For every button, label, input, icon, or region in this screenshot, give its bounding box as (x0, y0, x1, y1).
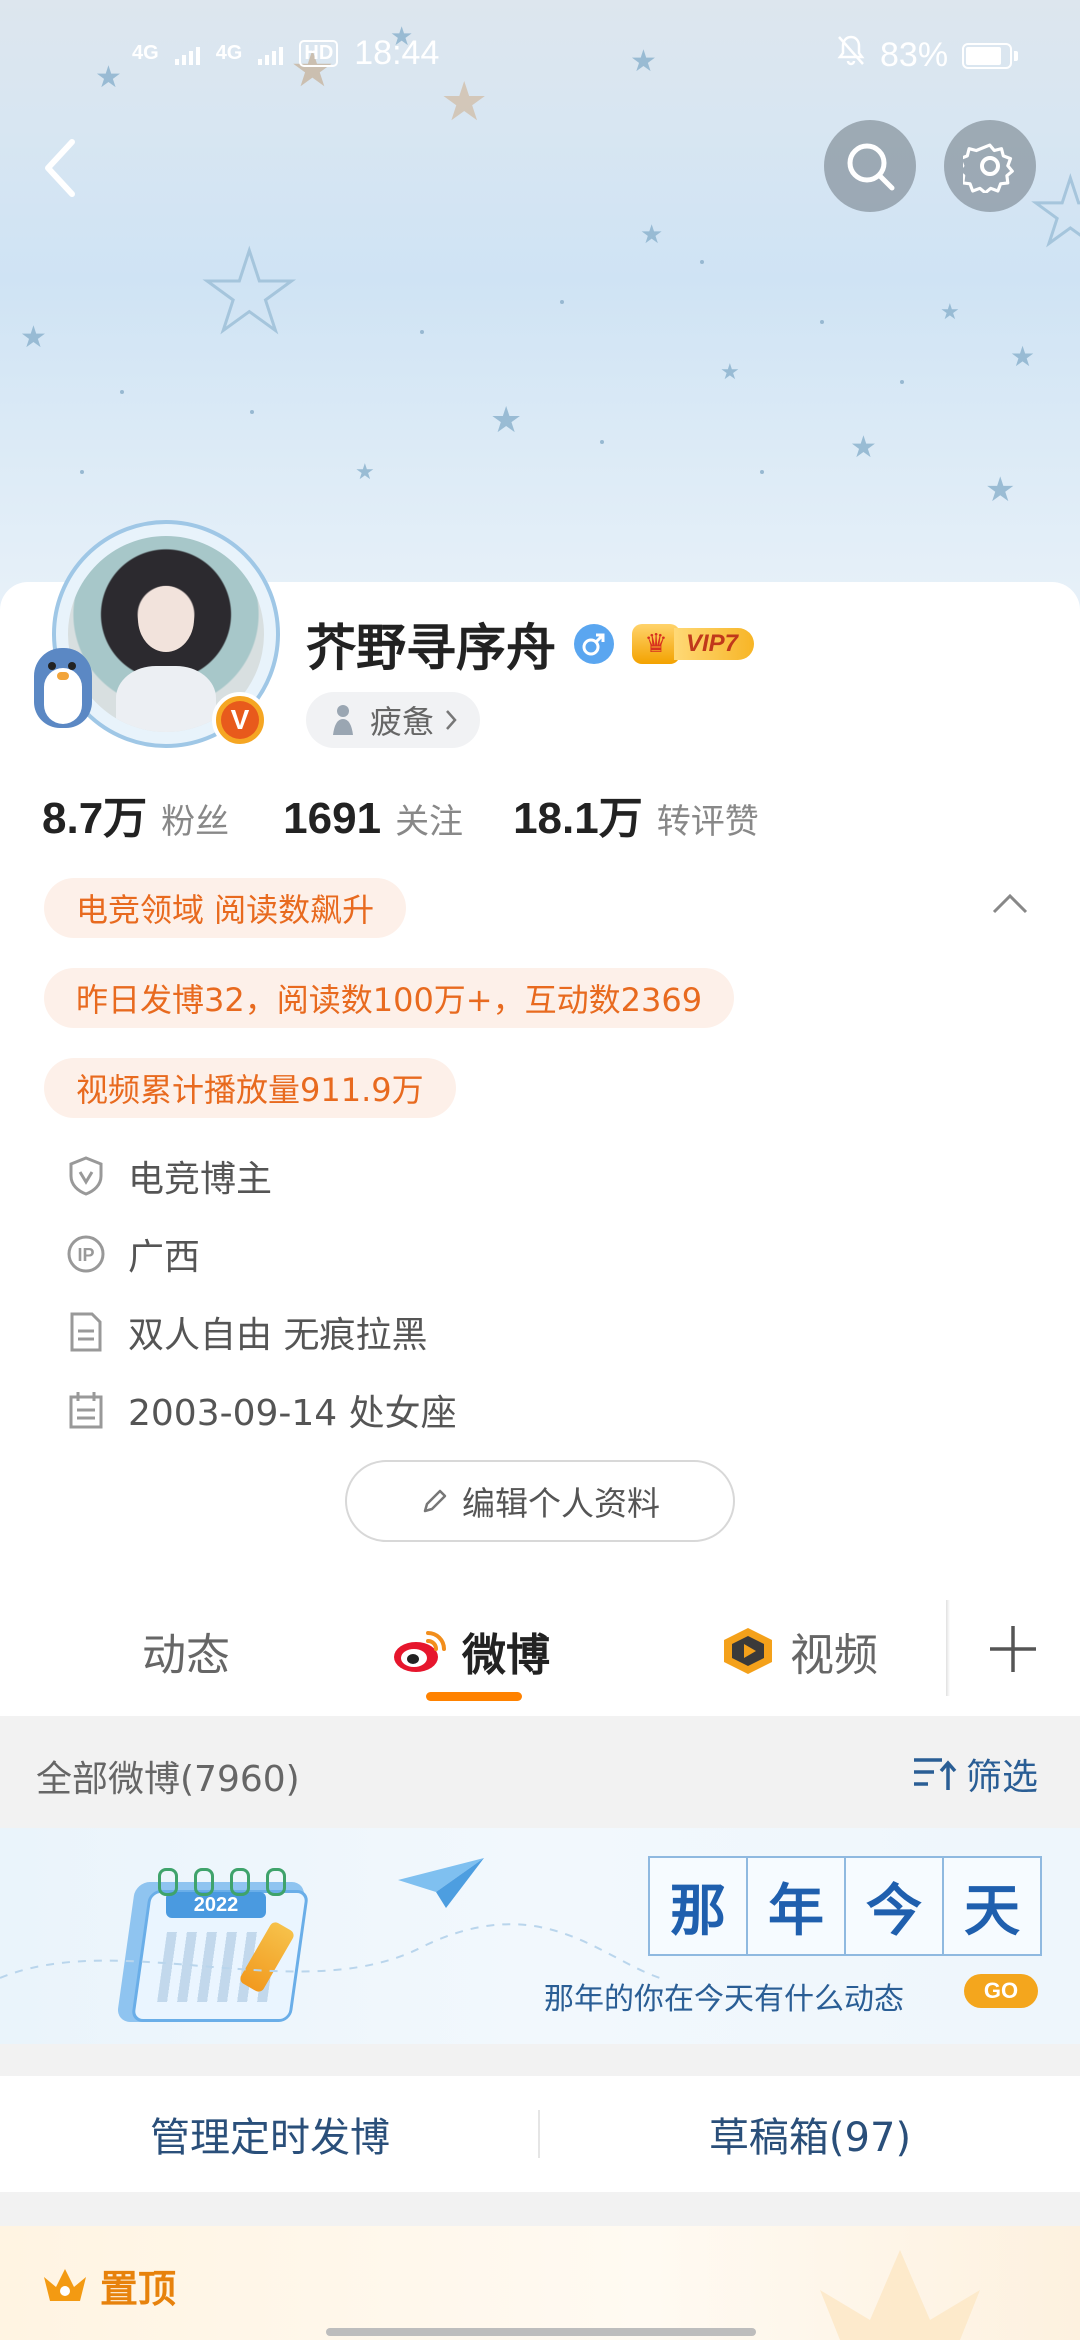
mood-person-icon (328, 703, 358, 737)
info-row-role: 电竞博主 (64, 1146, 272, 1206)
crown-watermark-icon (820, 2250, 980, 2340)
info-row-ip: IP 广西 (64, 1224, 200, 1284)
memories-subtitle: 那年的你在今天有什么动态 (544, 1982, 904, 2017)
mute-bell-icon (836, 34, 866, 77)
chevron-left-icon (45, 139, 75, 197)
plus-icon (990, 1626, 1036, 1672)
back-button[interactable] (30, 128, 90, 208)
battery-icon (962, 42, 1019, 69)
memories-banner[interactable]: 2022 那 年 今 天 那年的你在今天有什么动态 GO (0, 1828, 1080, 2044)
active-tab-indicator (426, 1692, 522, 1701)
signal-icon-2 (258, 43, 284, 65)
tab-divider (946, 1600, 950, 1696)
vip-badge[interactable]: ♛ VIP7 (632, 624, 755, 664)
name-row: 芥野寻序舟 ♛ VIP7 (306, 608, 755, 680)
home-indicator (326, 2328, 756, 2336)
chevron-up-icon (992, 893, 1028, 914)
drafts-button[interactable]: 草稿箱(97) (540, 2076, 1080, 2192)
post-actions-row: 管理定时发博 草稿箱(97) (0, 2076, 1080, 2192)
avatar[interactable]: V (28, 512, 280, 752)
mood-label: 疲惫 (370, 703, 435, 741)
weibo-count-label: 全部微博(7960) (36, 1759, 300, 1800)
signal-label-2: 4G (215, 42, 243, 64)
tab-weibo[interactable]: 微博 (392, 1618, 550, 1684)
signal-label-1: 4G (132, 42, 159, 64)
tab-video[interactable]: 视频 (720, 1618, 878, 1684)
profile-name: 芥野寻序舟 (306, 619, 556, 677)
status-time: 18:44 (354, 34, 440, 72)
filter-icon (912, 1754, 958, 1794)
weibo-icon (392, 1627, 448, 1675)
ip-icon: IP (64, 1232, 108, 1276)
pinned-section: 置顶 (0, 2226, 1080, 2340)
document-icon (64, 1310, 108, 1354)
section-gap (0, 2192, 1080, 2226)
penguin-sticker-icon (28, 642, 98, 732)
achievement-tag[interactable]: 视频累计播放量911.9万 (44, 1058, 456, 1118)
calendar-icon (64, 1388, 108, 1432)
crown-icon: ♛ (632, 624, 680, 664)
section-gap (0, 2044, 1080, 2076)
gear-icon (963, 143, 1014, 193)
signal-icon (174, 43, 200, 65)
hd-icon: HD (299, 40, 339, 67)
achievement-tag[interactable]: 电竞领域 阅读数飙升 (44, 878, 407, 938)
info-row-birthday: 2003-09-14 处女座 (64, 1380, 457, 1440)
svg-text:IP: IP (77, 1245, 94, 1265)
settings-button[interactable] (944, 120, 1036, 212)
video-icon (720, 1626, 776, 1676)
status-bar-left: 4G 4G HD 18:44 (132, 34, 439, 73)
shield-v-icon (64, 1154, 108, 1198)
pinned-label-group: 置顶 (40, 2258, 176, 2313)
weibo-list-header: 全部微博(7960) 筛选 (0, 1716, 1080, 1828)
chevron-right-icon (444, 708, 458, 732)
manage-scheduled-posts-button[interactable]: 管理定时发博 (0, 2076, 540, 2192)
search-icon (847, 143, 895, 191)
battery-percent: 83% (880, 36, 949, 74)
stat-following[interactable]: 1691 关注 (283, 794, 463, 844)
stat-fans[interactable]: 8.7万 粉丝 (42, 782, 229, 846)
filter-button[interactable]: 筛选 (912, 1748, 1038, 1800)
mood-status-pill[interactable]: 疲惫 (306, 692, 481, 748)
status-bar-right: 83% (836, 34, 1019, 77)
collapse-button[interactable] (990, 890, 1030, 920)
crown-icon (40, 2265, 90, 2307)
pencil-icon (420, 1486, 450, 1516)
achievement-tag[interactable]: 昨日发博32，阅读数100万+，互动数2369 (44, 968, 735, 1028)
go-button[interactable]: GO (964, 1974, 1038, 2008)
stat-likes[interactable]: 18.1万 转评赞 (513, 782, 759, 846)
male-icon (574, 624, 614, 664)
verified-badge: V (212, 692, 268, 748)
edit-profile-button[interactable]: 编辑个人资料 (345, 1460, 735, 1542)
search-button[interactable] (824, 120, 916, 212)
stats-row: 8.7万 粉丝 1691 关注 18.1万 转评赞 (42, 782, 759, 846)
memories-title: 那 年 今 天 (648, 1856, 1042, 1956)
info-row-bio: 双人自由 无痕拉黑 (64, 1302, 427, 1362)
tab-activity[interactable]: 动态 (142, 1618, 230, 1684)
add-tab-button[interactable] (986, 1622, 1040, 1680)
